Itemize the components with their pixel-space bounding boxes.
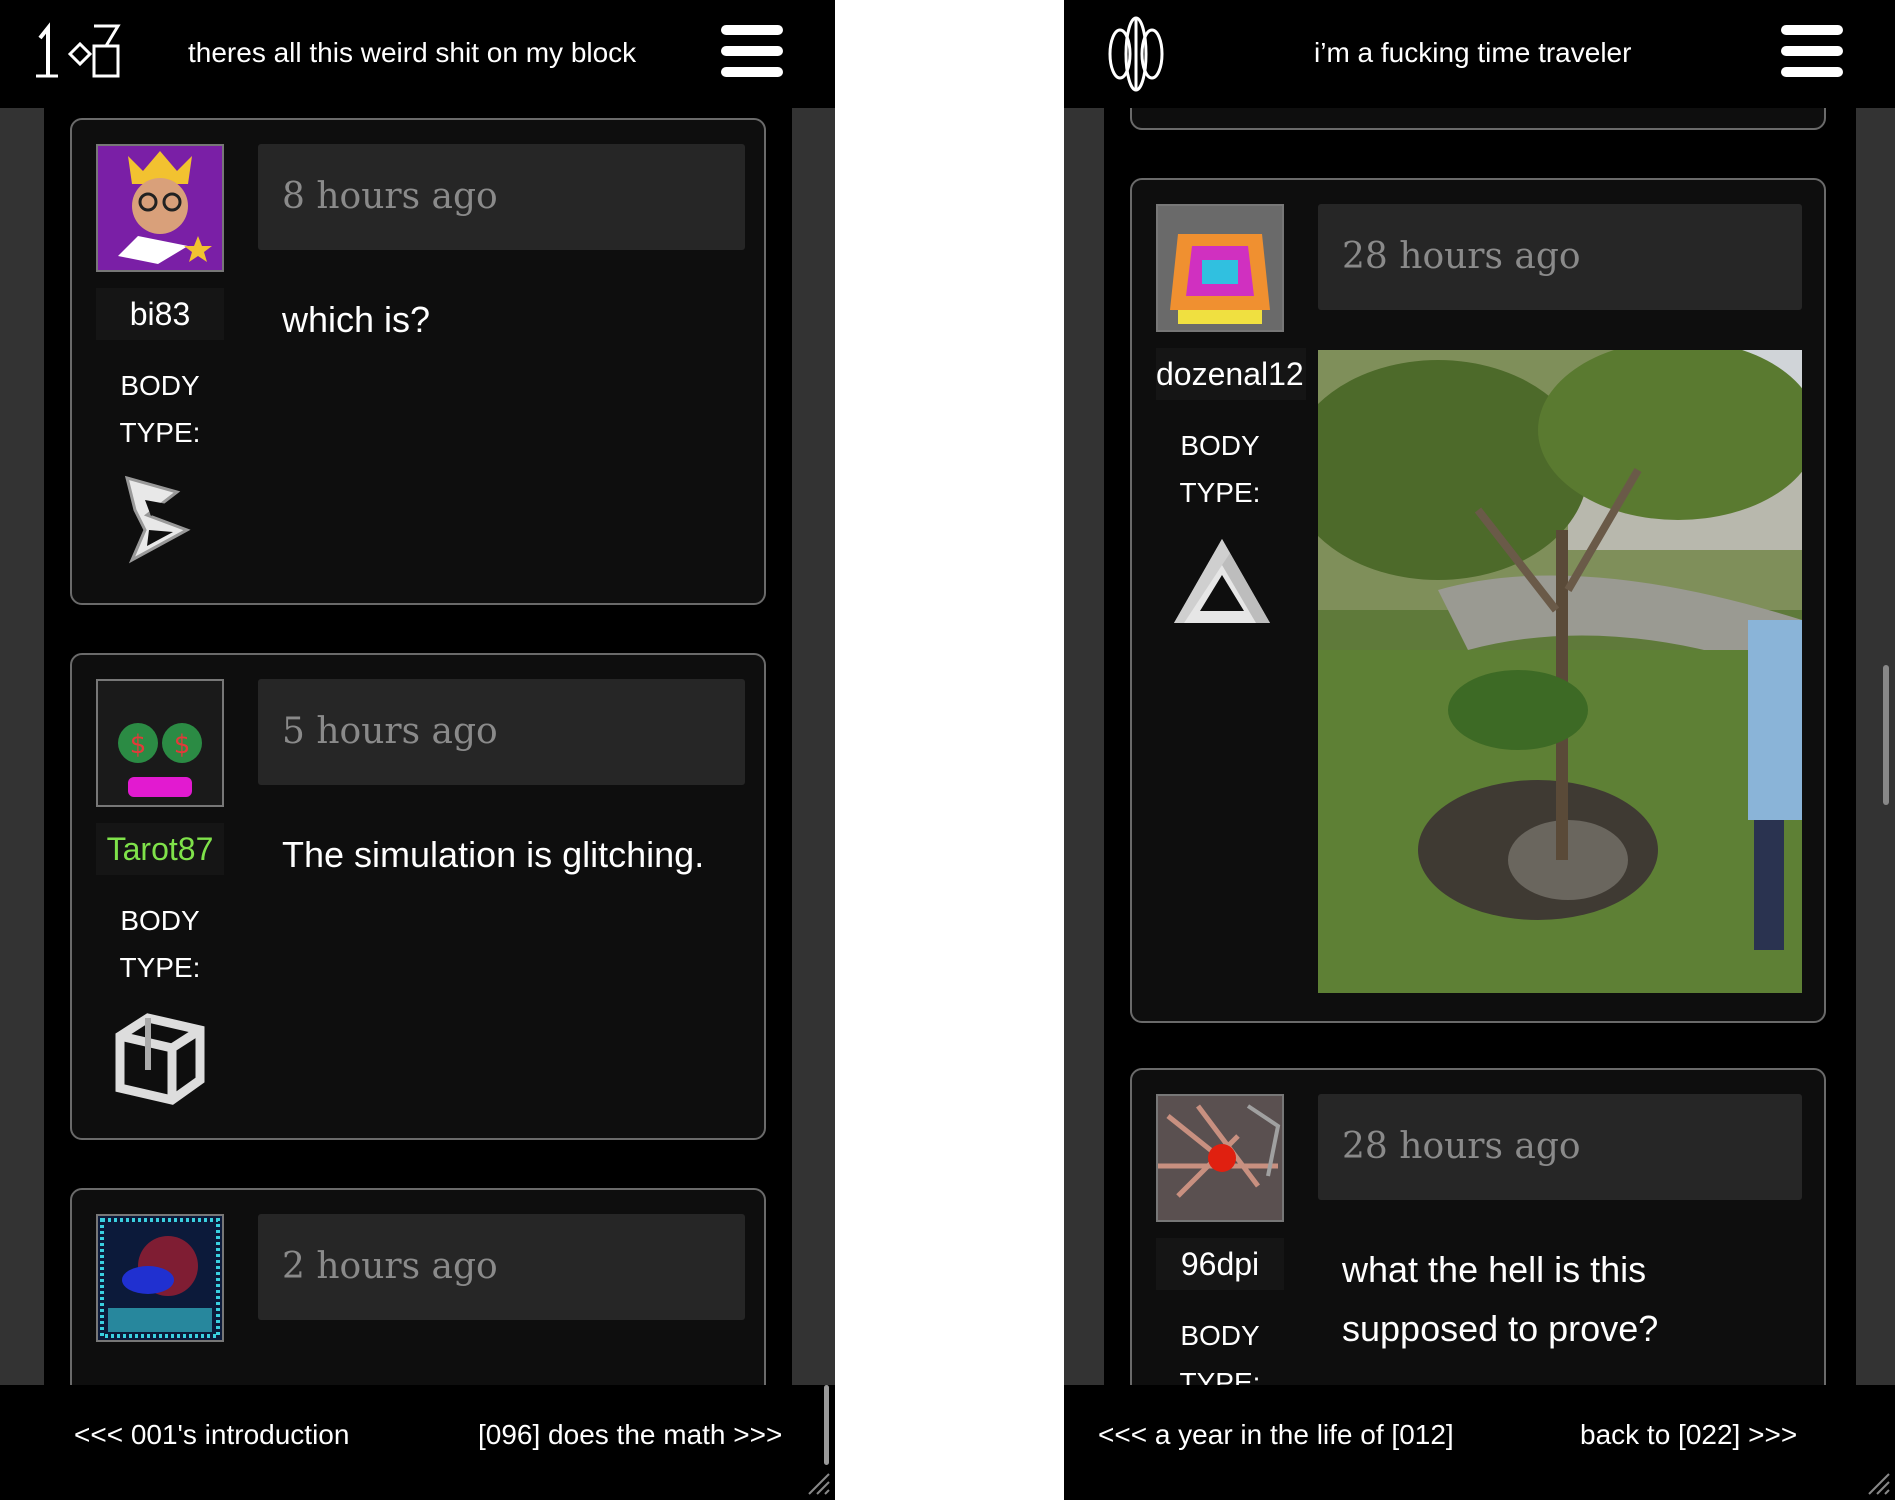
username[interactable]: 96dpi <box>1156 1238 1284 1290</box>
timestamp-box: 5 hours ago <box>258 679 745 785</box>
tree-garden-photo[interactable] <box>1318 350 1802 993</box>
username[interactable]: Tarot87 <box>96 823 224 875</box>
bottom-nav: <<< 001's introduction [096] does the ma… <box>0 1385 835 1500</box>
bottom-nav: <<< a year in the life of [012] back to … <box>1064 1385 1895 1500</box>
body-type-label: BODY TYPE: <box>1179 430 1261 508</box>
svg-text:$: $ <box>174 730 191 760</box>
timestamp: 5 hours ago <box>282 711 498 752</box>
next-link[interactable]: back to [022] >>> <box>1580 1385 1797 1500</box>
body-type-label: BODY TYPE: <box>119 905 201 983</box>
post-message: The simulation is glitching. <box>282 834 705 875</box>
right-screen: dozenal12 BODY TYPE: 28 hours ago 96dpi … <box>1064 0 1895 1500</box>
hamburger-menu-icon[interactable] <box>1781 25 1843 77</box>
impossible-cube-icon <box>112 1010 208 1111</box>
timestamp: 2 hours ago <box>282 1246 498 1287</box>
avatar[interactable]: $ $ <box>96 679 224 807</box>
avatar[interactable] <box>1156 204 1284 332</box>
username[interactable]: dozenal12 <box>1156 348 1306 400</box>
penrose-triangle-icon <box>1170 535 1274 634</box>
scrollbar[interactable] <box>824 1385 829 1465</box>
avatar[interactable] <box>1156 1094 1284 1222</box>
avatar[interactable] <box>96 144 224 272</box>
avatar[interactable] <box>96 1214 224 1342</box>
timestamp: 28 hours ago <box>1342 236 1581 277</box>
scrollbar[interactable] <box>1883 665 1889 805</box>
resize-grip-icon[interactable] <box>803 1468 831 1496</box>
post-card: $ $ Tarot87 BODY TYPE: 5 hours ago The s… <box>70 653 766 1140</box>
post-card: bi83 BODY TYPE: 8 hours ago which is? <box>70 118 766 605</box>
108-glyph-logo[interactable] <box>34 18 124 83</box>
feed-column: dozenal12 BODY TYPE: 28 hours ago 96dpi … <box>1104 48 1856 1468</box>
ring-glyph-logo[interactable] <box>1106 12 1166 101</box>
post-card: dozenal12 BODY TYPE: 28 hours ago <box>1130 178 1826 1023</box>
next-link[interactable]: [096] does the math >>> <box>478 1385 782 1500</box>
timestamp-box: 8 hours ago <box>258 144 745 250</box>
resize-grip-icon[interactable] <box>1863 1468 1891 1496</box>
top-bar: i’m a fucking time traveler <box>1064 0 1895 108</box>
post-message: what the hell is this supposed to prove? <box>1342 1249 1659 1349</box>
impossible-b-icon <box>117 470 197 571</box>
timestamp: 8 hours ago <box>282 176 498 217</box>
top-bar: theres all this weird shit on my block <box>0 0 835 108</box>
svg-text:$: $ <box>130 730 147 760</box>
post-message: which is? <box>282 299 431 340</box>
timestamp: 28 hours ago <box>1342 1126 1581 1167</box>
feed-column: bi83 BODY TYPE: 8 hours ago which is? $ … <box>44 108 792 1488</box>
body-type-label: BODY TYPE: <box>119 370 201 448</box>
timestamp-box: 28 hours ago <box>1318 1094 1802 1200</box>
prev-link[interactable]: <<< a year in the life of [012] <box>1098 1385 1454 1500</box>
username[interactable]: bi83 <box>96 288 224 340</box>
hamburger-menu-icon[interactable] <box>721 25 783 77</box>
left-screen: bi83 BODY TYPE: 8 hours ago which is? $ … <box>0 0 835 1500</box>
timestamp-box: 2 hours ago <box>258 1214 745 1320</box>
page-title: i’m a fucking time traveler <box>1314 37 1632 68</box>
prev-link[interactable]: <<< 001's introduction <box>74 1385 349 1500</box>
timestamp-box: 28 hours ago <box>1318 204 1802 310</box>
page-title: theres all this weird shit on my block <box>188 37 637 68</box>
